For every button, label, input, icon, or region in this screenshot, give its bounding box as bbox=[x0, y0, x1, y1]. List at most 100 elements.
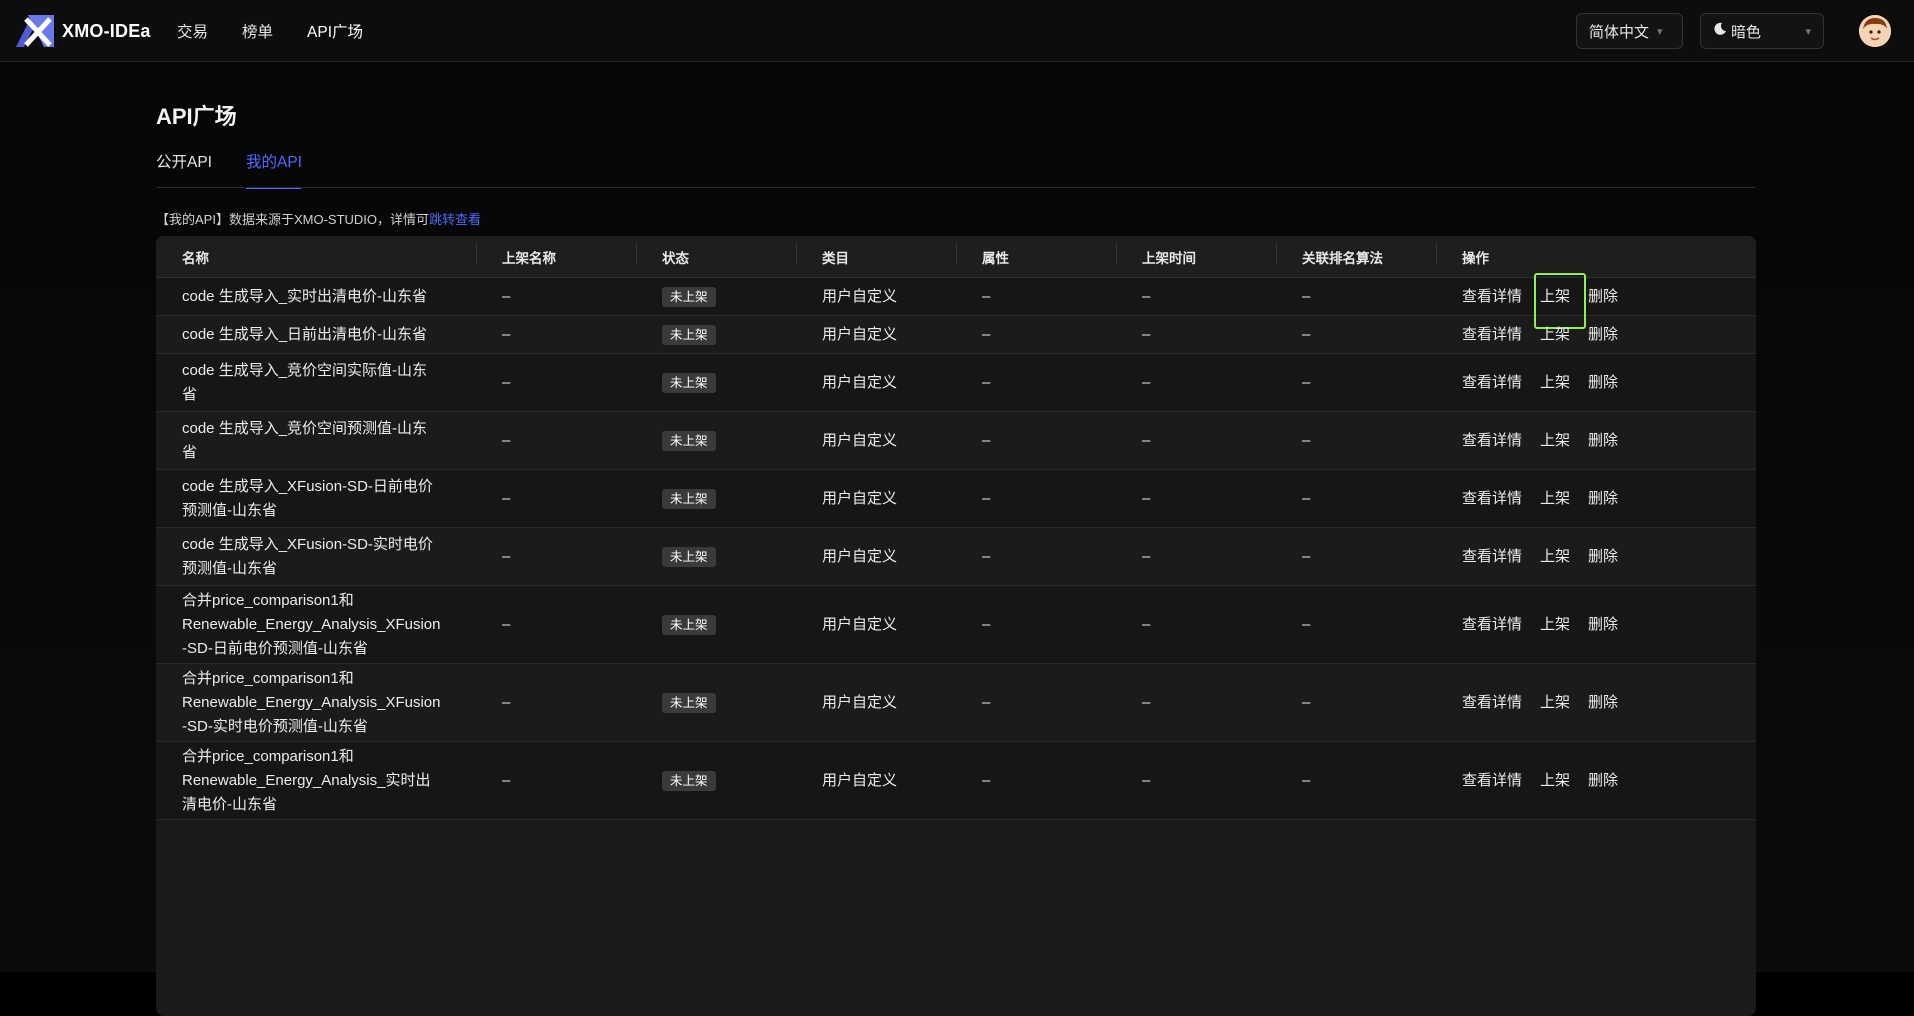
status-badge: 未上架 bbox=[662, 488, 716, 509]
cell-actions: 查看详情 上架 删除 bbox=[1436, 487, 1756, 511]
view-details-button[interactable]: 查看详情 bbox=[1462, 323, 1522, 347]
cell-listing-name: – bbox=[502, 373, 511, 391]
cell-ranking-algorithm: – bbox=[1302, 287, 1311, 305]
cell-name-line: Renewable_Energy_Analysis_实时出 bbox=[182, 771, 431, 789]
cell-name-line: 合并price_comparison1和 bbox=[182, 669, 354, 687]
tab-my-api[interactable]: 我的API bbox=[246, 150, 302, 172]
cell-status: 未上架 bbox=[636, 371, 796, 395]
cell-attribute: – bbox=[982, 547, 991, 565]
cell-name: 合并price_comparison1和 Renewable_Energy_Ana… bbox=[156, 589, 476, 661]
avatar[interactable] bbox=[1859, 15, 1891, 47]
nav-item-rankings[interactable]: 榜单 bbox=[242, 20, 273, 42]
cell-listing-name: – bbox=[502, 489, 511, 507]
nav-item-api-plaza[interactable]: API广场 bbox=[307, 20, 363, 42]
chevron-down-icon: ▾ bbox=[1657, 25, 1663, 38]
divider bbox=[156, 187, 1756, 188]
table-body: code 生成导入_实时出清电价-山东省 – 未上架 用户自定义 – – – 查看详情 上架 删除… bbox=[156, 272, 1756, 820]
publish-button[interactable]: 上架 bbox=[1540, 691, 1570, 715]
delete-button[interactable]: 删除 bbox=[1588, 371, 1618, 395]
publish-button[interactable]: 上架 bbox=[1540, 613, 1570, 637]
table-row: code 生成导入_日前出清电价-山东省 – 未上架 用户自定义 – – – 查看详情 上架 删除 bbox=[156, 316, 1756, 354]
tabs: 公开API 我的API bbox=[156, 150, 1756, 250]
notice-text: 【我的API】数据来源于XMO-STUDIO，详情可 bbox=[156, 212, 430, 227]
table-row: code 生成导入_XFusion-SD-实时电价 预测值-山东省 – 未上架 用户自定… bbox=[156, 528, 1756, 586]
cell-status: 未上架 bbox=[636, 545, 796, 569]
cell-ranking-algorithm: – bbox=[1302, 771, 1311, 789]
cell-category: 用户自定义 bbox=[822, 431, 898, 449]
cell-category: 用户自定义 bbox=[822, 693, 898, 711]
table-row: 合并price_comparison1和 Renewable_Energy_Ana… bbox=[156, 664, 1756, 742]
cell-actions: 查看详情 上架 删除 bbox=[1436, 272, 1756, 329]
cell-actions: 查看详情 上架 删除 bbox=[1436, 545, 1756, 569]
view-details-button[interactable]: 查看详情 bbox=[1462, 769, 1522, 793]
delete-button[interactable]: 删除 bbox=[1588, 487, 1618, 511]
publish-button[interactable]: 上架 bbox=[1540, 323, 1570, 347]
cell-listing-time: – bbox=[1142, 325, 1151, 343]
chevron-down-icon: ▾ bbox=[1805, 25, 1811, 38]
top-bar: XMO-IDEa 交易 榜单 API广场 简体中文 ▾ 暗色 ▾ bbox=[0, 0, 1914, 62]
view-details-button[interactable]: 查看详情 bbox=[1462, 545, 1522, 569]
language-select[interactable]: 简体中文 ▾ bbox=[1576, 13, 1683, 49]
publish-button[interactable]: 上架 bbox=[1540, 429, 1570, 453]
logo[interactable]: XMO-IDEa bbox=[14, 13, 151, 49]
publish-button[interactable]: 上架 bbox=[1540, 487, 1570, 511]
cell-category: 用户自定义 bbox=[822, 771, 898, 789]
view-details-button[interactable]: 查看详情 bbox=[1462, 429, 1522, 453]
cell-listing-name: – bbox=[502, 547, 511, 565]
cell-name-line: code 生成导入_竞价空间实际值-山东 bbox=[182, 361, 428, 379]
cell-listing-name: – bbox=[502, 693, 511, 711]
status-badge: 未上架 bbox=[662, 614, 716, 635]
api-table: 名称 上架名称 状态 类目 属性 上架时间 关联排名算法 操作 code 生成导… bbox=[156, 236, 1756, 1016]
cell-name-line: code 生成导入_XFusion-SD-日前电价 bbox=[182, 477, 433, 495]
cell-status: 未上架 bbox=[636, 487, 796, 511]
delete-button[interactable]: 删除 bbox=[1588, 429, 1618, 453]
cell-actions: 查看详情 上架 删除 bbox=[1436, 323, 1756, 347]
cell-actions: 查看详情 上架 删除 bbox=[1436, 429, 1756, 453]
cell-name-line: -SD-实时电价预测值-山东省 bbox=[182, 717, 368, 735]
cell-actions: 查看详情 上架 删除 bbox=[1436, 769, 1756, 793]
nav-item-trade[interactable]: 交易 bbox=[177, 20, 208, 42]
cell-listing-name: – bbox=[502, 615, 511, 633]
view-details-button[interactable]: 查看详情 bbox=[1462, 371, 1522, 395]
status-badge: 未上架 bbox=[662, 324, 716, 345]
page-title: API广场 bbox=[156, 104, 237, 129]
column-header-listing-time: 上架时间 bbox=[1116, 242, 1276, 267]
notice: 【我的API】数据来源于XMO-STUDIO，详情可跳转查看 bbox=[156, 209, 481, 228]
view-details-button[interactable]: 查看详情 bbox=[1462, 487, 1522, 511]
delete-button[interactable]: 删除 bbox=[1588, 545, 1618, 569]
delete-button[interactable]: 删除 bbox=[1588, 613, 1618, 637]
publish-button[interactable]: 上架 bbox=[1540, 545, 1570, 569]
delete-button[interactable]: 删除 bbox=[1588, 769, 1618, 793]
cell-ranking-algorithm: – bbox=[1302, 693, 1311, 711]
delete-button[interactable]: 删除 bbox=[1588, 691, 1618, 715]
notice-link[interactable]: 跳转查看 bbox=[429, 212, 481, 227]
delete-button[interactable]: 删除 bbox=[1588, 323, 1618, 347]
view-details-button[interactable]: 查看详情 bbox=[1462, 613, 1522, 637]
tab-public-api[interactable]: 公开API bbox=[156, 150, 212, 172]
cell-attribute: – bbox=[982, 373, 991, 391]
cell-ranking-algorithm: – bbox=[1302, 431, 1311, 449]
publish-button[interactable]: 上架 bbox=[1540, 769, 1570, 793]
cell-ranking-algorithm: – bbox=[1302, 615, 1311, 633]
cell-listing-time: – bbox=[1142, 693, 1151, 711]
cell-name-line: code 生成导入_实时出清电价-山东省 bbox=[182, 287, 428, 305]
publish-button[interactable]: 上架 bbox=[1534, 272, 1587, 329]
cell-name-line: 合并price_comparison1和 bbox=[182, 591, 354, 609]
column-header-category: 类目 bbox=[796, 242, 956, 267]
cell-category: 用户自定义 bbox=[822, 325, 898, 343]
cell-category: 用户自定义 bbox=[822, 373, 898, 391]
cell-listing-name: – bbox=[502, 287, 511, 305]
view-details-button[interactable]: 查看详情 bbox=[1462, 691, 1522, 715]
column-header-name: 名称 bbox=[182, 250, 209, 266]
cell-listing-name: – bbox=[502, 325, 511, 343]
logo-icon bbox=[16, 15, 54, 47]
view-details-button[interactable]: 查看详情 bbox=[1462, 285, 1522, 309]
language-value: 简体中文 bbox=[1589, 23, 1650, 41]
cell-listing-time: – bbox=[1142, 547, 1151, 565]
theme-select[interactable]: 暗色 ▾ bbox=[1700, 13, 1824, 49]
cell-category: 用户自定义 bbox=[822, 287, 898, 305]
publish-button[interactable]: 上架 bbox=[1540, 371, 1570, 395]
cell-listing-time: – bbox=[1142, 489, 1151, 507]
column-header-listing-name: 上架名称 bbox=[476, 242, 636, 267]
delete-button[interactable]: 删除 bbox=[1588, 285, 1618, 309]
